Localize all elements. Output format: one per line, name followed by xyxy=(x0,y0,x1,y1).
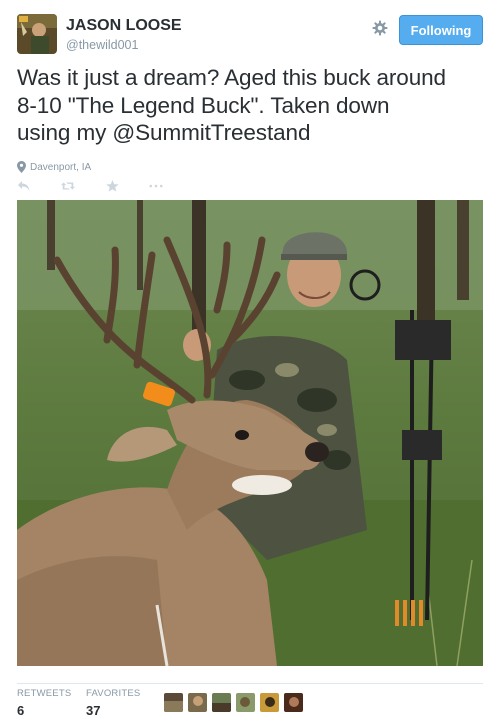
user-name[interactable]: JASON LOOSE xyxy=(66,17,182,35)
tweet-line-1: Was it just a dream? Aged this buck arou… xyxy=(17,65,446,90)
location-pin-icon xyxy=(17,161,26,173)
retweets-count[interactable]: 6 xyxy=(17,703,71,718)
favorites-stat[interactable]: FAVORITES 37 xyxy=(86,688,140,718)
retweet-icon[interactable] xyxy=(61,180,75,192)
stats-divider xyxy=(17,683,483,684)
location-text[interactable]: Davenport, IA xyxy=(30,162,91,173)
favoriter-avatar[interactable] xyxy=(260,693,279,712)
tweet-actions xyxy=(17,178,193,194)
tweet-line-3[interactable]: using my @SummitTreestand xyxy=(17,119,487,147)
favoriter-avatar[interactable] xyxy=(236,693,255,712)
favoriter-avatar[interactable] xyxy=(284,693,303,712)
retweets-label: RETWEETS xyxy=(17,688,72,699)
favoriter-avatar[interactable] xyxy=(188,693,207,712)
user-avatar[interactable] xyxy=(17,14,57,54)
tweet-text: Was it just a dream? Aged this buck arou… xyxy=(17,64,487,147)
favoriters-list xyxy=(164,693,308,712)
hunter-with-buck-photo xyxy=(17,200,483,666)
tweet-line-2: 8-10 "The Legend Buck". Taken down xyxy=(17,92,390,118)
favoriter-avatar[interactable] xyxy=(212,693,231,712)
tweet-location[interactable]: Davenport, IA xyxy=(17,160,91,174)
reply-icon[interactable] xyxy=(17,180,31,192)
gear-icon[interactable] xyxy=(372,20,388,36)
favorites-count[interactable]: 37 xyxy=(86,703,140,718)
favoriter-avatar[interactable] xyxy=(164,693,183,712)
tweet-photo[interactable] xyxy=(17,200,483,666)
favorites-label: FAVORITES xyxy=(86,688,141,699)
more-icon[interactable] xyxy=(149,180,163,192)
tweet-header: JASON LOOSE @thewild001 Following xyxy=(17,14,483,58)
following-button[interactable]: Following xyxy=(399,15,483,45)
star-icon[interactable] xyxy=(105,180,119,192)
retweets-stat[interactable]: RETWEETS 6 xyxy=(17,688,71,718)
user-handle[interactable]: @thewild001 xyxy=(66,38,138,52)
